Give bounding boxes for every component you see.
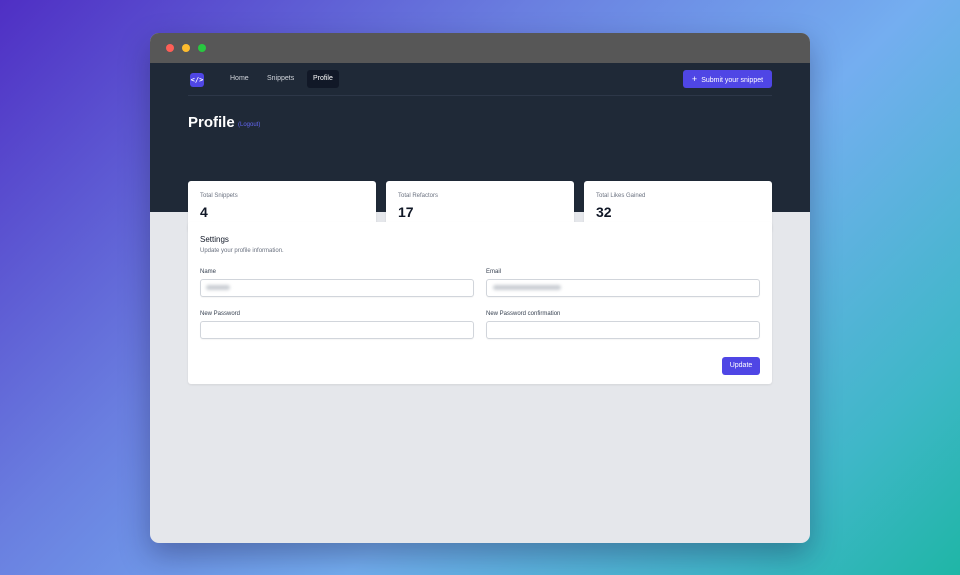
- page-header: </> Home Snippets Profile + Submit your s…: [150, 63, 810, 232]
- top-navbar: </> Home Snippets Profile + Submit your s…: [150, 63, 810, 95]
- update-button[interactable]: Update: [722, 357, 760, 375]
- submit-snippet-button[interactable]: + Submit your snippet: [683, 70, 772, 88]
- password-confirmation-field[interactable]: [486, 321, 760, 339]
- page-title: Profile: [188, 114, 235, 131]
- email-redacted-value: [493, 285, 561, 290]
- nav-divider: [188, 95, 772, 96]
- minimize-dot[interactable]: [182, 44, 190, 52]
- stat-label: Total Likes Gained: [596, 193, 646, 199]
- close-dot[interactable]: [166, 44, 174, 52]
- stat-label: Total Refactors: [398, 193, 439, 199]
- stat-value: 17: [398, 204, 414, 220]
- new-password-field[interactable]: [200, 321, 474, 339]
- submit-snippet-label: Submit your snippet: [701, 77, 764, 84]
- settings-title: Settings: [200, 235, 229, 244]
- stat-label: Total Snippets: [200, 193, 238, 199]
- settings-card: Settings Update your profile information…: [188, 222, 772, 384]
- logout-link[interactable]: (Logout): [238, 122, 260, 128]
- stat-value: 4: [200, 204, 208, 220]
- password-confirmation-label: New Password confirmation: [486, 311, 561, 317]
- name-label: Name: [200, 269, 217, 275]
- nav-link-home[interactable]: Home: [224, 70, 255, 88]
- nav-link-profile[interactable]: Profile: [307, 70, 339, 88]
- browser-window: </> Home Snippets Profile + Submit your s…: [150, 33, 810, 543]
- maximize-dot[interactable]: [198, 44, 206, 52]
- new-password-label: New Password: [200, 311, 241, 317]
- email-label: Email: [486, 269, 502, 275]
- plus-icon: +: [691, 74, 698, 84]
- name-redacted-value: [206, 285, 230, 290]
- code-logo-icon[interactable]: </>: [190, 73, 204, 87]
- name-field[interactable]: [200, 279, 474, 297]
- nav-link-snippets[interactable]: Snippets: [261, 70, 300, 88]
- stat-value: 32: [596, 204, 612, 220]
- settings-subtitle: Update your profile information.: [200, 248, 284, 254]
- window-titlebar: [150, 33, 810, 63]
